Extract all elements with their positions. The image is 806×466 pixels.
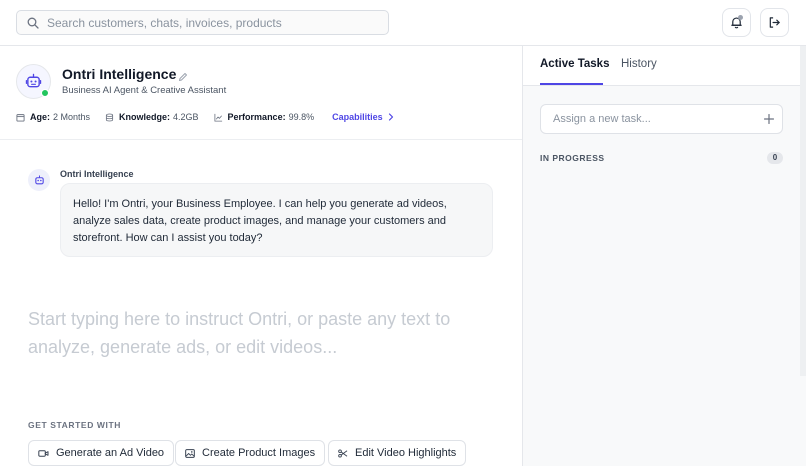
search-icon bbox=[26, 16, 40, 30]
stat-age: Age: 2 Months bbox=[16, 112, 90, 122]
video-icon bbox=[38, 449, 56, 458]
search-input[interactable] bbox=[47, 15, 367, 30]
message-sender: Ontri Intelligence bbox=[60, 169, 134, 179]
chat-main: Ontri Intelligence Business AI Agent & C… bbox=[0, 46, 522, 466]
capabilities-link[interactable]: Capabilities bbox=[332, 112, 394, 122]
capabilities-label: Capabilities bbox=[332, 112, 383, 122]
get-started-label: GET STARTED WITH bbox=[28, 420, 122, 430]
stat-performance: Performance: 99.8% bbox=[214, 112, 315, 122]
robot-icon bbox=[34, 174, 45, 186]
database-icon bbox=[105, 113, 119, 122]
header-divider bbox=[0, 139, 522, 140]
action-label: Generate an Ad Video bbox=[56, 447, 165, 459]
action-label: Create Product Images bbox=[202, 447, 316, 459]
online-status-dot bbox=[41, 89, 49, 97]
edit-video-highlights-button[interactable]: Edit Video Highlights bbox=[328, 440, 467, 466]
plus-icon[interactable] bbox=[763, 113, 775, 125]
search-bar[interactable] bbox=[16, 10, 389, 35]
tab-history[interactable]: History bbox=[621, 58, 657, 70]
tasks-panel: Active Tasks History IN PROGRESS 0 bbox=[523, 46, 806, 466]
scissors-icon bbox=[338, 448, 355, 458]
notification-dot bbox=[738, 15, 743, 20]
active-tab-indicator bbox=[540, 83, 603, 85]
message-bubble: Hello! I'm Ontri, your Business Employee… bbox=[60, 183, 493, 257]
message-avatar bbox=[28, 169, 50, 191]
stat-label: Performance: bbox=[227, 112, 286, 122]
agent-stats: Age: 2 Months Knowledge: 4.2GB Performan… bbox=[16, 110, 394, 124]
panel-scrollbar[interactable] bbox=[800, 46, 806, 376]
pencil-icon[interactable] bbox=[178, 69, 188, 81]
tasks-tabs: Active Tasks History bbox=[523, 46, 806, 86]
logout-icon bbox=[768, 16, 781, 29]
generate-ad-video-button[interactable]: Generate an Ad Video bbox=[28, 440, 175, 466]
in-progress-label: IN PROGRESS bbox=[540, 153, 605, 163]
assign-task-input[interactable] bbox=[553, 113, 753, 125]
calendar-icon bbox=[16, 113, 30, 122]
in-progress-count-badge: 0 bbox=[767, 152, 783, 164]
assign-task-field[interactable] bbox=[540, 104, 783, 134]
agent-name: Ontri Intelligence bbox=[62, 66, 177, 82]
create-product-images-button[interactable]: Create Product Images bbox=[175, 440, 326, 466]
chart-icon bbox=[214, 113, 228, 122]
stat-label: Knowledge: bbox=[119, 112, 171, 122]
stat-value: 2 Months bbox=[53, 112, 91, 122]
action-label: Edit Video Highlights bbox=[355, 447, 457, 459]
chevron-right-icon bbox=[383, 113, 394, 121]
notifications-button[interactable] bbox=[722, 8, 751, 37]
stat-value: 4.2GB bbox=[173, 112, 199, 122]
compose-input[interactable] bbox=[28, 305, 498, 367]
logout-button[interactable] bbox=[760, 8, 789, 37]
agent-subtitle: Business AI Agent & Creative Assistant bbox=[62, 85, 227, 96]
stat-value: 99.8% bbox=[288, 112, 315, 122]
tab-active-tasks[interactable]: Active Tasks bbox=[540, 58, 609, 70]
top-bar bbox=[0, 0, 806, 46]
robot-icon bbox=[25, 73, 42, 90]
stat-knowledge: Knowledge: 4.2GB bbox=[105, 112, 199, 122]
image-icon bbox=[185, 448, 202, 458]
stat-label: Age: bbox=[30, 112, 50, 122]
